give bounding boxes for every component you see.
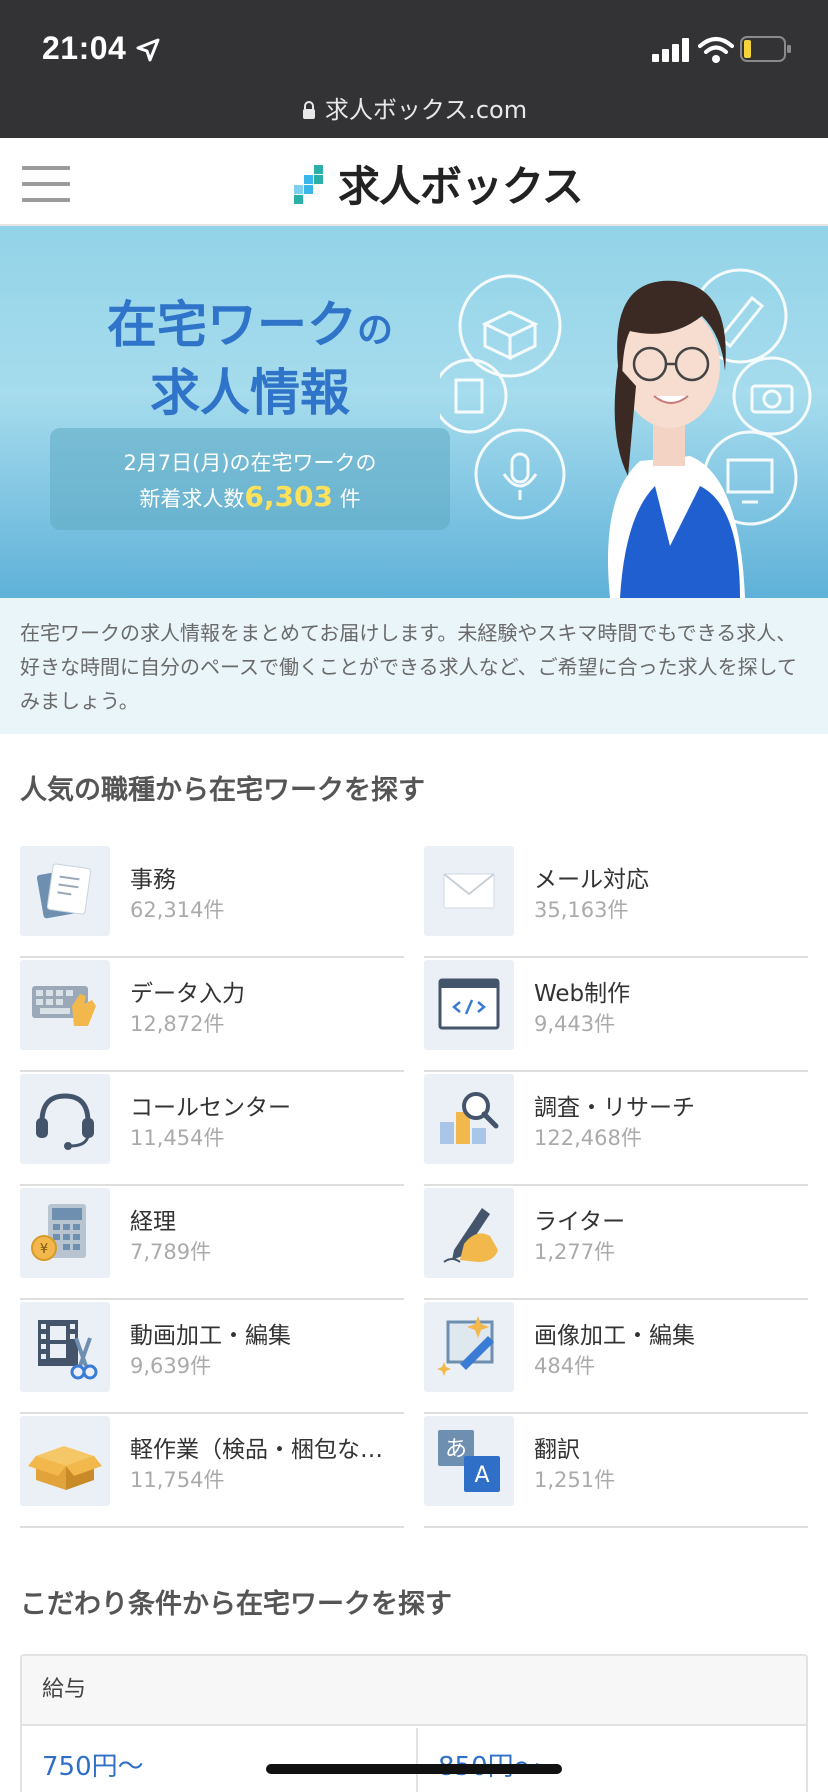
job-item-translation[interactable]: あA 翻訳 1,251件 xyxy=(424,1414,808,1528)
status-time: 21:04 xyxy=(42,30,127,66)
logo-mark-icon xyxy=(294,165,323,204)
cellular-signal-icon xyxy=(652,38,689,62)
pen-icon xyxy=(424,1188,514,1278)
conditions-section-title: こだわり条件から在宅ワークを探す xyxy=(20,1589,452,1620)
lock-icon xyxy=(302,101,315,119)
svg-text:あ: あ xyxy=(445,1437,467,1462)
intro-text: 在宅ワークの求人情報をまとめてお届けします。未経験やスキマ時間でもできる求人、好… xyxy=(0,598,828,734)
salary-option-850[interactable]: 850円〜 xyxy=(416,1728,806,1792)
headset-icon xyxy=(20,1074,110,1164)
hero-title-no: の xyxy=(356,310,393,351)
site-logo[interactable]: 求人ボックス xyxy=(292,156,584,211)
salary-option-750[interactable]: 750円〜 xyxy=(22,1728,416,1792)
job-name: メール対応 xyxy=(534,867,649,893)
job-name: 翻訳 xyxy=(534,1437,580,1463)
job-item-light-work[interactable]: 軽作業（検品・梱包な… 11,754件 xyxy=(20,1414,404,1528)
hero-new-jobs-box: 2月7日(月)の在宅ワークの 新着求人数6,303 件 xyxy=(50,428,450,530)
job-count: 11,454件 xyxy=(130,1126,225,1150)
document-icon xyxy=(20,846,110,936)
svg-text:¥: ¥ xyxy=(40,1242,48,1257)
job-name: データ入力 xyxy=(130,981,245,1007)
memo-bubble-icon xyxy=(440,358,508,434)
hero-date-line: 2月7日(月)の在宅ワークの xyxy=(123,451,377,475)
job-count: 9,443件 xyxy=(534,1012,616,1036)
hero-title: 在宅ワークの 求人情報 xyxy=(60,294,440,424)
film-scissors-icon xyxy=(20,1302,110,1392)
box-icon xyxy=(20,1416,110,1506)
hero-count-value: 6,303 xyxy=(244,480,333,513)
job-count: 7,789件 xyxy=(130,1240,212,1264)
battery-icon xyxy=(740,36,791,62)
image-edit-icon xyxy=(424,1302,514,1392)
camera-bubble-icon xyxy=(732,356,812,436)
job-count: 484件 xyxy=(534,1354,596,1378)
job-name: コールセンター xyxy=(130,1095,291,1121)
job-name: 調査・リサーチ xyxy=(534,1095,695,1121)
wifi-icon xyxy=(698,37,734,63)
logo-text: 求人ボックス xyxy=(338,161,584,211)
hero-count-line: 新着求人数6,303 件 xyxy=(50,480,450,516)
hero-count-prefix: 新着求人数 xyxy=(139,487,245,511)
site-header: 求人ボックス xyxy=(0,138,828,226)
calculator-icon: ¥ xyxy=(20,1188,110,1278)
job-name: Web制作 xyxy=(534,981,631,1007)
hero-count-suffix: 件 xyxy=(339,487,361,511)
status-bar: 21:04 xyxy=(0,0,828,88)
job-item-video-edit[interactable]: 動画加工・編集 9,639件 xyxy=(20,1300,404,1414)
svg-text:A: A xyxy=(474,1463,489,1488)
job-item-writer[interactable]: ライター 1,277件 xyxy=(424,1186,808,1300)
job-count: 1,251件 xyxy=(534,1468,616,1492)
mail-icon xyxy=(424,846,514,936)
job-item-jimu[interactable]: 事務 62,314件 xyxy=(20,844,404,958)
job-count: 35,163件 xyxy=(534,898,629,922)
hero-title-line2: 求人情報 xyxy=(150,364,350,422)
job-count: 62,314件 xyxy=(130,898,225,922)
keyboard-icon xyxy=(20,960,110,1050)
job-count: 122,468件 xyxy=(534,1126,642,1150)
home-indicator[interactable] xyxy=(266,1764,562,1774)
job-count: 12,872件 xyxy=(130,1012,225,1036)
job-item-accounting[interactable]: ¥ 経理 7,789件 xyxy=(20,1186,404,1300)
salary-label: 給与 xyxy=(22,1656,806,1726)
popular-section-title: 人気の職種から在宅ワークを探す xyxy=(20,775,425,806)
job-count: 9,639件 xyxy=(130,1354,212,1378)
job-name: 画像加工・編集 xyxy=(534,1323,695,1349)
hero-title-line1: 在宅ワーク xyxy=(106,296,357,354)
hero-banner[interactable]: 在宅ワークの 求人情報 2月7日(月)の在宅ワークの 新着求人数6,303 件 xyxy=(0,226,828,598)
job-item-data-entry[interactable]: データ入力 12,872件 xyxy=(20,958,404,1072)
job-item-call-center[interactable]: コールセンター 11,454件 xyxy=(20,1072,404,1186)
microphone-bubble-icon xyxy=(474,428,566,520)
url-bar[interactable]: 求人ボックス.com xyxy=(0,88,828,138)
hero-model-illustration xyxy=(440,268,812,598)
location-arrow-icon xyxy=(136,38,160,62)
menu-icon[interactable] xyxy=(22,166,70,202)
translate-icon: あA xyxy=(424,1416,514,1506)
job-item-web[interactable]: Web制作 9,443件 xyxy=(424,958,808,1072)
job-name: 事務 xyxy=(130,867,176,893)
job-item-mail[interactable]: メール対応 35,163件 xyxy=(424,844,808,958)
job-count: 11,754件 xyxy=(130,1468,225,1492)
job-item-image-edit[interactable]: 画像加工・編集 484件 xyxy=(424,1300,808,1414)
job-item-research[interactable]: 調査・リサーチ 122,468件 xyxy=(424,1072,808,1186)
job-name: 軽作業（検品・梱包な… xyxy=(130,1437,383,1463)
job-count: 1,277件 xyxy=(534,1240,616,1264)
job-name: 経理 xyxy=(130,1209,176,1235)
code-window-icon xyxy=(424,960,514,1050)
job-name: ライター xyxy=(534,1209,626,1235)
job-name: 動画加工・編集 xyxy=(130,1323,291,1349)
url-domain: 求人ボックス.com xyxy=(324,96,528,124)
research-icon xyxy=(424,1074,514,1164)
